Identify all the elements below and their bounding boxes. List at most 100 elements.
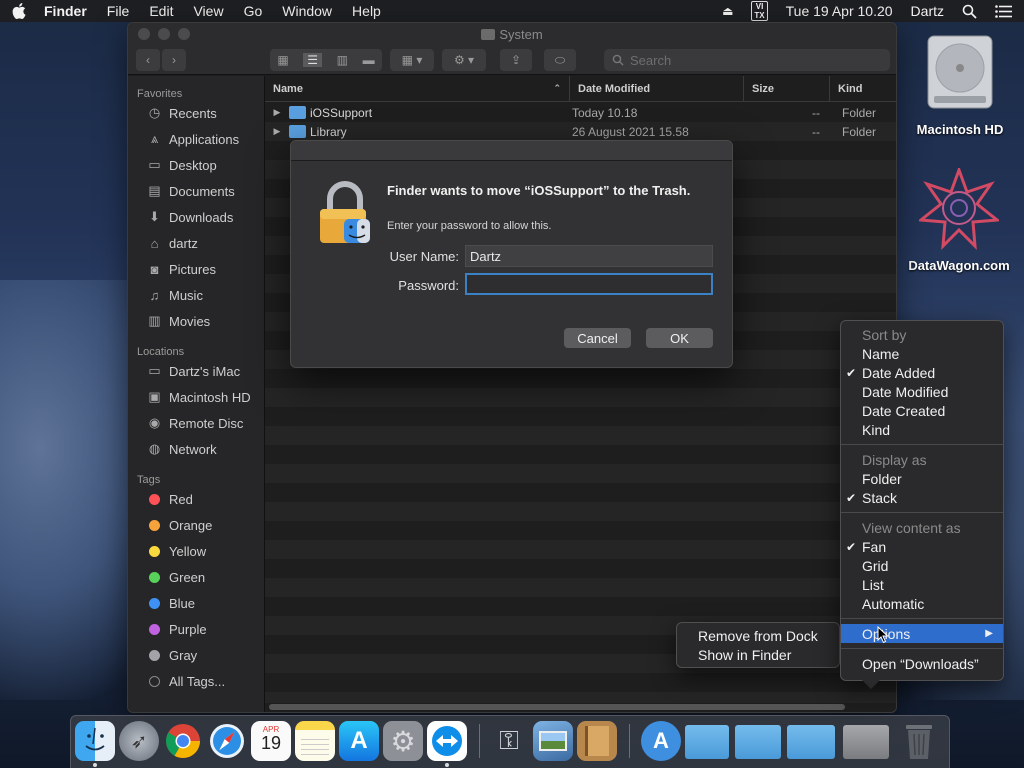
username-field[interactable]: Dartz <box>465 245 713 267</box>
disclosure-triangle-icon[interactable]: ▶ <box>265 107 289 118</box>
sidebar-item-documents[interactable]: ▤ Documents <box>128 178 264 204</box>
desktop-icon-datawagon[interactable]: DataWagon.com <box>900 168 1018 273</box>
menu-user[interactable]: Dartz <box>911 3 944 19</box>
dock-downloads-stack-icon[interactable] <box>843 725 889 759</box>
hard-drive-icon <box>927 35 993 109</box>
sidebar-tag-green[interactable]: Green <box>128 564 264 590</box>
sidebar-section-favorites: Favorites <box>137 88 183 100</box>
dock-folder-2-icon[interactable] <box>735 725 781 759</box>
dock-keychain-icon[interactable]: ⚿ <box>489 721 529 761</box>
spotlight-search-icon[interactable] <box>962 4 977 19</box>
menu-item-view-automatic[interactable]: Automatic <box>841 594 1003 613</box>
gallery-view-icon[interactable]: ▬ <box>363 53 375 67</box>
menu-item-sort-date-modified[interactable]: Date Modified <box>841 382 1003 401</box>
menu-item-view-list[interactable]: List <box>841 575 1003 594</box>
input-source-badge[interactable]: VI TX <box>751 1 768 21</box>
sidebar-item-remote-disc[interactable]: ◉ Remote Disc <box>128 410 264 436</box>
forward-button[interactable]: › <box>162 49 186 71</box>
menu-go[interactable]: Go <box>244 3 263 19</box>
sidebar-item-movies[interactable]: ▥ Movies <box>128 308 264 334</box>
action-gear-button[interactable]: ⚙ ▾ <box>442 49 486 71</box>
sidebar-tag-yellow[interactable]: Yellow <box>128 538 264 564</box>
dock-teamviewer-icon[interactable] <box>427 721 467 767</box>
sidebar-item-macintosh-hd[interactable]: ▣ Macintosh HD <box>128 384 264 410</box>
menu-item-view-grid[interactable]: Grid <box>841 556 1003 575</box>
table-row[interactable]: ▶ iOSSupport Today 10.18 -- Folder <box>265 103 896 122</box>
password-field[interactable] <box>465 273 713 295</box>
notification-center-icon[interactable] <box>995 4 1012 18</box>
group-by-button[interactable]: ▦ ▾ <box>390 49 434 71</box>
menu-item-view-fan[interactable]: ✔ Fan <box>841 537 1003 556</box>
disclosure-triangle-icon[interactable]: ▶ <box>265 126 289 137</box>
dock-notes-icon[interactable] <box>295 721 335 761</box>
dock-applications-folder-icon[interactable]: A <box>641 721 681 761</box>
menu-view[interactable]: View <box>193 3 223 19</box>
sidebar-tag-red[interactable]: Red <box>128 486 264 512</box>
tag-color-dot <box>149 623 160 635</box>
dock-folder-1-icon[interactable] <box>685 725 729 759</box>
menu-finder[interactable]: Finder <box>44 3 87 19</box>
share-button[interactable]: ⇪ <box>500 49 532 71</box>
menu-item-open-downloads[interactable]: Open “Downloads” <box>841 654 1003 673</box>
sidebar-tag-purple[interactable]: Purple <box>128 616 264 642</box>
back-button[interactable]: ‹ <box>136 49 160 71</box>
menu-item-display-folder[interactable]: Folder <box>841 469 1003 488</box>
column-view-icon[interactable]: ▥ <box>337 53 348 67</box>
sidebar-item-imac[interactable]: ▭ Dartz's iMac <box>128 358 264 384</box>
column-header-date[interactable]: Date Modified <box>570 76 744 101</box>
eject-icon[interactable]: ⏏ <box>722 4 733 18</box>
dock-calendar-icon[interactable]: APR 19 <box>251 721 291 761</box>
menu-item-display-stack[interactable]: ✔ Stack <box>841 488 1003 507</box>
sidebar-item-desktop[interactable]: ▭ Desktop <box>128 152 264 178</box>
menu-edit[interactable]: Edit <box>149 3 173 19</box>
sidebar-tag-orange[interactable]: Orange <box>128 512 264 538</box>
menu-item-sort-date-created[interactable]: Date Created <box>841 401 1003 420</box>
column-header-name[interactable]: Name ⌃ <box>265 76 570 101</box>
list-view-icon[interactable]: ☰ <box>303 53 323 67</box>
menu-item-sort-kind[interactable]: Kind <box>841 420 1003 439</box>
dock-preview-icon[interactable] <box>533 721 573 761</box>
search-input[interactable]: Search <box>604 49 890 71</box>
icon-view-icon[interactable]: ▦ <box>277 53 288 67</box>
apple-icon[interactable] <box>12 3 26 19</box>
table-row[interactable]: ▶ Library 26 August 2021 15.58 -- Folder <box>265 122 896 141</box>
sidebar-all-tags[interactable]: All Tags... <box>128 668 264 694</box>
sidebar-item-applications[interactable]: ⩓ Applications <box>128 126 264 152</box>
ok-button[interactable]: OK <box>646 328 713 348</box>
clock[interactable]: Tue 19 Apr 10.20 <box>786 3 893 19</box>
finder-face-icon <box>85 727 105 751</box>
column-header-size[interactable]: Size <box>744 76 830 101</box>
menu-help[interactable]: Help <box>352 3 381 19</box>
tags-button[interactable]: ⬭ <box>544 49 576 71</box>
sidebar-item-music[interactable]: ♫ Music <box>128 282 264 308</box>
submenu-arrow-icon: ▶ <box>985 628 993 639</box>
dock-folder-3-icon[interactable] <box>787 725 835 759</box>
sidebar-item-recents[interactable]: ◷ Recents <box>128 100 264 126</box>
menu-item-remove-from-dock[interactable]: Remove from Dock <box>677 626 839 645</box>
column-header-kind[interactable]: Kind <box>830 76 896 101</box>
dock-trash-icon[interactable] <box>899 721 939 761</box>
folder-icon <box>481 29 496 40</box>
sidebar-item-pictures[interactable]: ◙ Pictures <box>128 256 264 282</box>
menu-item-sort-date-added[interactable]: ✔ Date Added <box>841 363 1003 382</box>
sidebar-item-home[interactable]: ⌂ dartz <box>128 230 264 256</box>
sidebar-item-network[interactable]: ◍ Network <box>128 436 264 462</box>
sidebar-item-downloads[interactable]: ⬇ Downloads <box>128 204 264 230</box>
menu-file[interactable]: File <box>107 3 130 19</box>
dock-safari-icon[interactable] <box>207 721 247 761</box>
sidebar-tag-gray[interactable]: Gray <box>128 642 264 668</box>
dock-launchpad-icon[interactable]: ➶ <box>119 721 159 761</box>
dock-contacts-icon[interactable] <box>577 721 617 761</box>
menu-window[interactable]: Window <box>282 3 332 19</box>
dock-app-store-icon[interactable]: A <box>339 721 379 761</box>
dock-system-preferences-icon[interactable]: ⚙ <box>383 721 423 761</box>
cancel-button[interactable]: Cancel <box>564 328 631 348</box>
sidebar-tag-blue[interactable]: Blue <box>128 590 264 616</box>
menu-item-show-in-finder[interactable]: Show in Finder <box>677 645 839 664</box>
menu-item-sort-name[interactable]: Name <box>841 344 1003 363</box>
desktop-icon-macintosh-hd[interactable]: Macintosh HD <box>905 30 1015 137</box>
dock-chrome-icon[interactable] <box>163 721 203 761</box>
dock-finder-icon[interactable] <box>75 721 115 767</box>
menu-item-options[interactable]: Options ▶ <box>841 624 1003 643</box>
horizontal-scrollbar[interactable] <box>269 704 845 710</box>
